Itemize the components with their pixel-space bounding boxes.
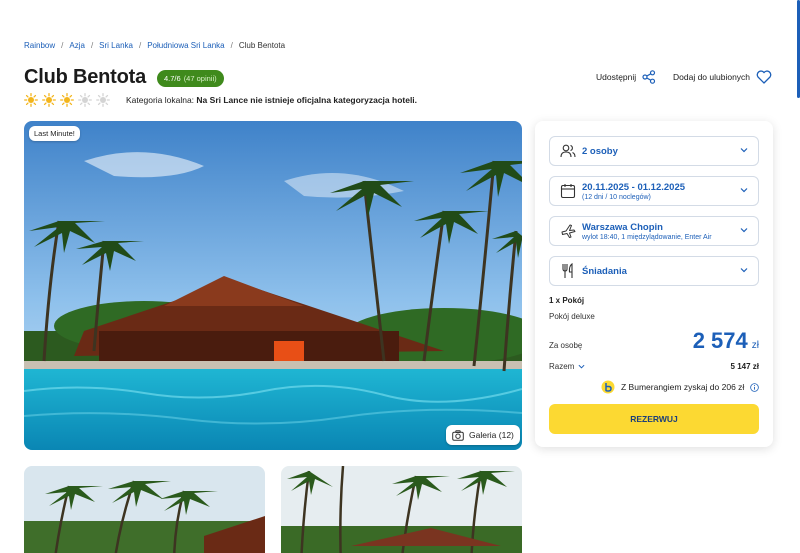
cutlery-icon [562, 263, 573, 278]
local-category: Kategoria lokalna: Na Sri Lance nie istn… [126, 95, 417, 105]
chevron-down-icon [740, 268, 748, 273]
chevron-down-icon [740, 148, 748, 153]
breadcrumb-link-sri-lanka[interactable]: Sri Lanka [99, 41, 133, 50]
gallery-button[interactable]: Galeria (12) [446, 425, 520, 445]
book-button[interactable]: REZERWUJ [549, 404, 759, 434]
last-minute-badge: Last Minute! [29, 126, 80, 141]
flight-selector[interactable]: Warszawa Chopin wylot 18:40, 1 międzyląd… [549, 216, 759, 246]
bumerang-logo-icon [601, 380, 615, 394]
per-person-price: 2 574 zł [693, 328, 759, 354]
breadcrumb-separator: / [90, 41, 94, 50]
persons-value: 2 osoby [582, 145, 618, 157]
local-category-label: Kategoria lokalna: [126, 95, 195, 105]
rating-score: 4.7/6 [164, 74, 181, 83]
dates-value: 20.11.2025 - 01.12.2025 [582, 181, 686, 193]
sun-filled-icon [42, 93, 56, 107]
bumerang-info: Z Bumerangiem zyskaj do 206 zł [601, 380, 760, 394]
breadcrumb-separator: / [138, 41, 142, 50]
total-toggle[interactable]: Razem [549, 362, 585, 371]
total-value: 5 147 zł [730, 362, 759, 371]
share-button[interactable]: Udostępnij [596, 70, 656, 84]
flight-details: wylot 18:40, 1 międzylądowanie, Enter Ai… [582, 233, 712, 241]
share-label: Udostępnij [596, 72, 637, 82]
camera-icon [452, 429, 464, 441]
breadcrumb: Rainbow / Azja / Sri Lanka / Południowa … [24, 41, 285, 50]
sun-rating [24, 93, 110, 107]
sun-filled-icon [24, 93, 38, 107]
rating-badge[interactable]: 4.7/6 (47 opinii) [157, 70, 224, 87]
calendar-icon [560, 184, 576, 199]
plane-icon [561, 224, 576, 238]
booking-panel: 2 osoby 20.11.2025 - 01.12.2025 (12 dni … [535, 121, 773, 447]
dates-selector[interactable]: 20.11.2025 - 01.12.2025 (12 dni / 10 noc… [549, 176, 759, 206]
board-selector[interactable]: Śniadania [549, 256, 759, 286]
persons-icon [560, 144, 576, 158]
breadcrumb-link-rainbow[interactable]: Rainbow [24, 41, 55, 50]
chevron-down-icon [740, 188, 748, 193]
sun-empty-icon [78, 93, 92, 107]
add-to-favorites-button[interactable]: Dodaj do ulubionych [673, 70, 772, 84]
breadcrumb-link-azja[interactable]: Azja [69, 41, 85, 50]
hotel-main-photo[interactable] [24, 121, 522, 450]
breadcrumb-separator: / [230, 41, 233, 50]
bumerang-text: Z Bumerangiem zyskaj do 206 zł [621, 382, 745, 392]
hotel-thumbnail-photo[interactable] [24, 466, 265, 553]
chevron-down-icon [578, 364, 585, 369]
board-value: Śniadania [582, 265, 627, 277]
breadcrumb-separator: / [61, 41, 64, 50]
thumbnail-image [281, 466, 522, 553]
hotel-thumbnail-photo[interactable] [281, 466, 522, 553]
room-count: 1 x Pokój [549, 296, 585, 305]
persons-selector[interactable]: 2 osoby [549, 136, 759, 166]
hotel-title: Club Bentota [24, 66, 147, 88]
gallery-label: Galeria (12) [469, 430, 514, 440]
price-amount: 2 574 [692, 328, 748, 353]
favorites-label: Dodaj do ulubionych [673, 72, 751, 82]
breadcrumb-link-poludniowa-sri-lanka[interactable]: Południowa Sri Lanka [147, 41, 224, 50]
heart-icon [756, 70, 772, 84]
rating-reviews-count: (47 opinii) [183, 74, 217, 83]
share-icon [642, 70, 656, 84]
flight-departure: Warszawa Chopin [582, 221, 663, 233]
total-label: Razem [549, 362, 575, 371]
hotel-photo-image [24, 121, 522, 450]
chevron-down-icon [740, 228, 748, 233]
price-currency: zł [751, 340, 759, 351]
per-person-label: Za osobę [549, 341, 583, 350]
room-name: Pokój deluxe [549, 312, 595, 321]
thumbnail-image [24, 466, 265, 553]
breadcrumb-current: Club Bentota [238, 41, 286, 50]
info-icon[interactable] [750, 382, 760, 392]
local-category-text: Na Sri Lance nie istnieje oficjalna kate… [196, 95, 418, 105]
dates-duration: (12 dni / 10 noclegów) [582, 193, 651, 201]
sun-filled-icon [60, 93, 74, 107]
sun-empty-icon [96, 93, 110, 107]
